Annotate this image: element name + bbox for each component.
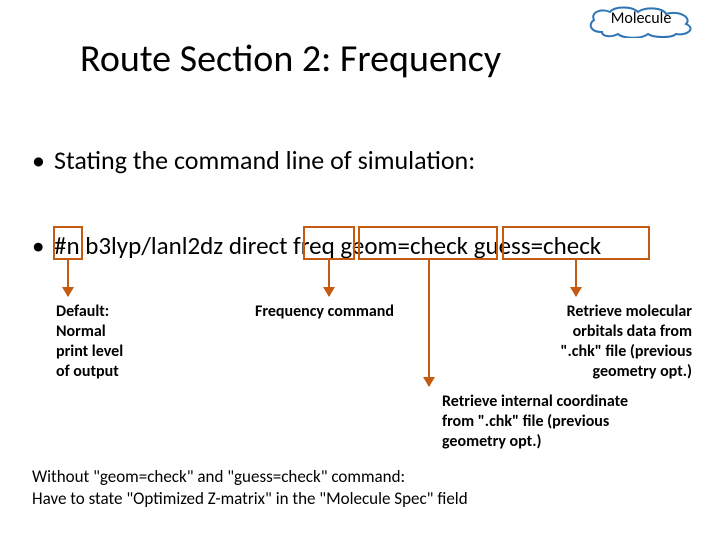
bullet-dot-icon: •: [32, 230, 54, 261]
bullet-dot-icon: •: [32, 144, 54, 176]
anno-geom: Retrieve internal coordinate from ".chk"…: [442, 392, 628, 452]
box-n: [53, 226, 83, 260]
bullet-text: Stating the command line of simulation:: [54, 144, 475, 176]
slide: Molecule Route Section 2: Frequency •Sta…: [0, 0, 720, 540]
cmd-mid: b3lyp/lanl2dz direct: [80, 230, 294, 261]
arrow-geom: [428, 260, 430, 386]
arrow-freq: [328, 260, 330, 296]
arrow-guess: [575, 260, 577, 296]
arrow-n: [67, 260, 69, 296]
bullet-stating: •Stating the command line of simulation:: [32, 144, 475, 176]
footer-note: Without "geom=check" and "guess=check" c…: [32, 466, 468, 510]
anno-guess: Retrieve molecular orbitals data from ".…: [561, 302, 692, 382]
anno-default: Default: Normal print level of output: [56, 302, 123, 382]
cloud-label: Molecule: [584, 4, 698, 38]
box-guess: [502, 226, 650, 260]
box-freq: [303, 226, 355, 260]
box-geom: [358, 226, 498, 260]
cloud-callout: Molecule: [584, 4, 698, 38]
anno-freq: Frequency command: [255, 302, 394, 322]
page-title: Route Section 2: Frequency: [80, 36, 501, 82]
